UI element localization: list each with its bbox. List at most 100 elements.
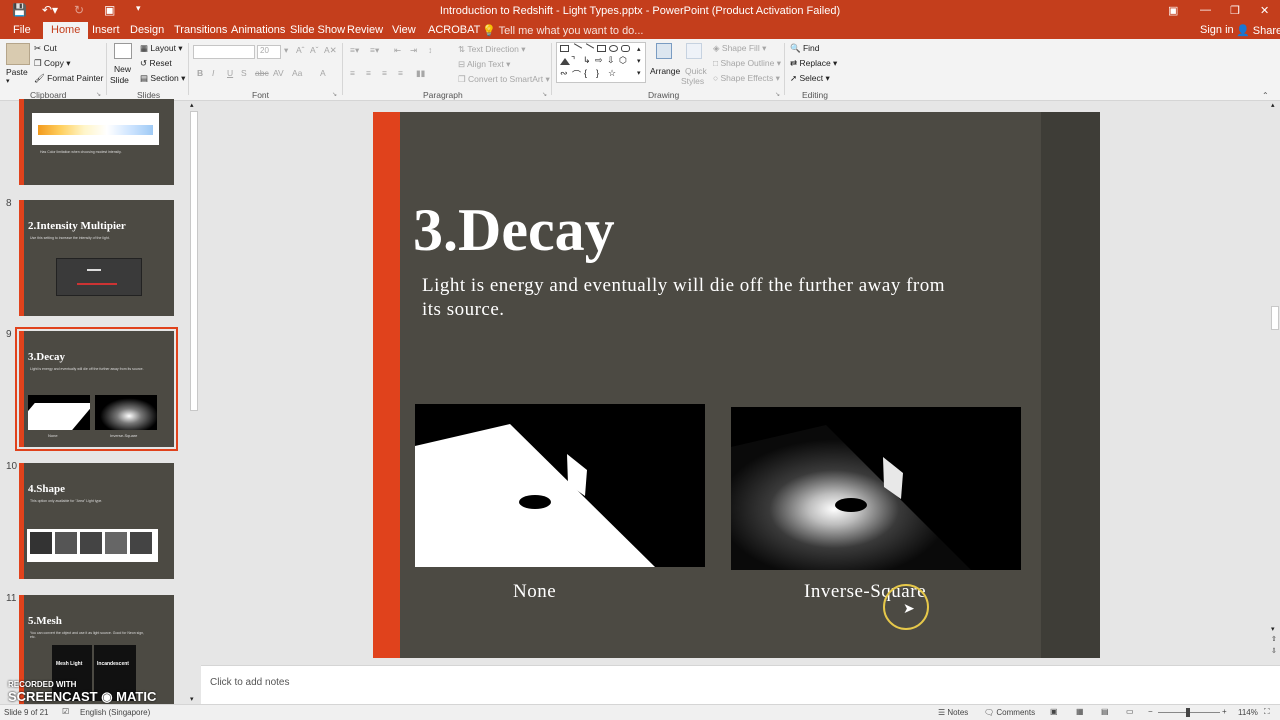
thumbnail-scrollbar-thumb[interactable] [190, 111, 198, 411]
right-arrow-shape-icon[interactable]: ⇨ [595, 55, 603, 66]
cut-button[interactable]: ✂ Cut [34, 43, 57, 54]
oval-shape-icon[interactable] [609, 45, 618, 52]
freeform-shape-icon[interactable]: ∾ [560, 68, 568, 79]
find-button[interactable]: 🔍 Find [790, 43, 820, 54]
curve-shape-icon[interactable]: ⌒ [572, 68, 581, 81]
increase-indent-icon[interactable]: ⇥ [410, 45, 417, 56]
change-case-icon[interactable]: Aa [292, 68, 302, 78]
font-size-dropdown-icon[interactable]: ▾ [284, 45, 288, 56]
tab-view[interactable]: View [392, 24, 416, 36]
brace-left-shape-icon[interactable]: { [584, 68, 587, 78]
clear-formatting-icon[interactable]: A✕ [324, 45, 337, 56]
section-button[interactable]: ▤ Section ▾ [140, 73, 185, 84]
layout-button[interactable]: ▦ Layout ▾ [140, 43, 183, 54]
reset-button[interactable]: ↺ Reset [140, 58, 172, 69]
elbow-arrow-icon[interactable]: ↳ [583, 55, 591, 66]
notes-pane[interactable]: Click to add notes [201, 665, 1280, 707]
format-painter-button[interactable]: 🖌 Format Painter [34, 73, 103, 84]
down-arrow-shape-icon[interactable]: ⇩ [607, 55, 615, 66]
slide-title[interactable]: 3.Decay [413, 196, 615, 265]
font-launcher-icon[interactable]: ↘ [332, 91, 337, 98]
sign-in-link[interactable]: Sign in [1200, 24, 1234, 36]
paste-icon[interactable] [6, 43, 30, 65]
line-shape-icon[interactable] [570, 43, 583, 54]
elbow-connector-icon[interactable]: ⌝ [571, 55, 575, 66]
slide-thumbnail-7[interactable]: Has Color limitation when choosing modes… [19, 99, 174, 185]
scroll-up-icon[interactable]: ▴ [190, 101, 194, 109]
normal-view-icon[interactable]: ▣ [1050, 707, 1058, 716]
bullets-icon[interactable]: ≡▾ [350, 45, 359, 56]
tab-design[interactable]: Design [130, 24, 164, 36]
slide-thumbnail-9[interactable]: 3.Decay Light is energy and eventually w… [15, 327, 178, 451]
hexagon-shape-icon[interactable]: ⬡ [619, 55, 627, 66]
bold-icon[interactable]: B [197, 68, 203, 78]
brace-right-shape-icon[interactable]: } [596, 68, 599, 78]
tab-home[interactable]: Home [43, 22, 89, 39]
grow-font-icon[interactable]: Aˆ [296, 45, 305, 55]
strikethrough-icon[interactable]: abc [255, 68, 269, 78]
tab-slide-show[interactable]: Slide Show [290, 24, 345, 36]
new-slide-icon[interactable] [114, 43, 132, 59]
language-indicator[interactable]: English (Singapore) [80, 708, 150, 717]
gallery-scroll-up-icon[interactable]: ▴ [637, 45, 641, 53]
numbering-icon[interactable]: ≡▾ [370, 45, 379, 56]
replace-button[interactable]: ⇄ Replace ▾ [790, 58, 837, 69]
paste-button[interactable]: Paste [6, 67, 28, 77]
tab-acrobat[interactable]: ACROBAT [428, 24, 480, 36]
slide-thumbnail-8[interactable]: 2.Intensity Multipier Use this setting t… [19, 200, 174, 316]
zoom-out-icon[interactable]: − [1148, 707, 1153, 716]
notes-toggle[interactable]: ☰ Notes [938, 708, 968, 717]
shrink-font-icon[interactable]: Aˇ [310, 45, 319, 55]
maximize-icon[interactable]: ❐ [1230, 4, 1240, 17]
text-direction-button[interactable]: ⇅ Text Direction ▾ [458, 44, 525, 55]
align-center-icon[interactable]: ≡ [366, 68, 371, 78]
reading-view-icon[interactable]: ▤ [1101, 707, 1109, 716]
paste-dropdown-icon[interactable]: ▾ [6, 77, 10, 85]
quick-styles-button-line2[interactable]: Styles [681, 76, 704, 86]
align-text-button[interactable]: ⊟ Align Text ▾ [458, 59, 510, 70]
slide-thumbnail-10[interactable]: 4.Shape This option only available for "… [19, 463, 174, 579]
shape-effects-button[interactable]: ○ Shape Effects ▾ [713, 73, 780, 84]
tab-review[interactable]: Review [347, 24, 383, 36]
quick-styles-button[interactable]: Quick [685, 66, 707, 76]
decrease-indent-icon[interactable]: ⇤ [394, 45, 401, 56]
main-slide-canvas[interactable]: 3.Decay Light is energy and eventually w… [373, 112, 1100, 658]
comments-toggle[interactable]: 🗨 Comments [984, 708, 1035, 717]
ribbon-display-icon[interactable]: ▣ [1168, 4, 1178, 17]
arrange-icon[interactable] [656, 43, 672, 59]
quick-styles-icon[interactable] [686, 43, 702, 59]
slide-scrollbar[interactable]: ▴ ▾ ⇧ ⇩ [1270, 101, 1280, 665]
scroll-down-icon[interactable]: ▾ [1271, 625, 1275, 633]
slideshow-view-icon[interactable]: ▭ [1126, 707, 1134, 716]
font-size-input[interactable]: 20 [257, 45, 281, 59]
fit-to-window-icon[interactable]: ⛶ [1264, 707, 1270, 717]
tab-file[interactable]: File [13, 24, 31, 36]
spelling-icon[interactable]: ☑ [62, 707, 69, 716]
shadow-icon[interactable]: S [241, 68, 247, 78]
tab-transitions[interactable]: Transitions [174, 24, 227, 36]
scroll-down-icon[interactable]: ▾ [190, 695, 194, 703]
gallery-more-icon[interactable]: ▾ [637, 69, 641, 77]
zoom-slider-thumb[interactable] [1186, 708, 1190, 717]
star-shape-icon[interactable]: ☆ [608, 68, 616, 79]
columns-icon[interactable]: ▮▮ [416, 68, 425, 79]
decay-inverse-square-image[interactable] [731, 407, 1021, 570]
font-name-input[interactable] [193, 45, 255, 59]
line-spacing-icon[interactable]: ↕ [428, 45, 432, 55]
font-color-icon[interactable]: A [320, 68, 326, 78]
new-slide-button-line2[interactable]: Slide [110, 75, 129, 85]
arrange-button[interactable]: Arrange [650, 66, 680, 76]
justify-icon[interactable]: ≡ [398, 68, 403, 78]
share-button[interactable]: 👤 Share [1236, 24, 1280, 37]
notes-placeholder[interactable]: Click to add notes [210, 677, 290, 688]
shape-fill-button[interactable]: ◈ Shape Fill ▾ [713, 43, 766, 54]
gallery-scroll-down-icon[interactable]: ▾ [637, 57, 641, 65]
decay-none-image[interactable] [415, 404, 705, 567]
italic-icon[interactable]: I [212, 68, 214, 78]
new-slide-button[interactable]: New [114, 64, 131, 74]
rounded-rect-shape-icon[interactable] [621, 45, 630, 52]
tab-animations[interactable]: Animations [231, 24, 285, 36]
slide-scrollbar-thumb[interactable] [1271, 306, 1279, 330]
align-right-icon[interactable]: ≡ [382, 68, 387, 78]
drawing-launcher-icon[interactable]: ↘ [775, 91, 780, 98]
